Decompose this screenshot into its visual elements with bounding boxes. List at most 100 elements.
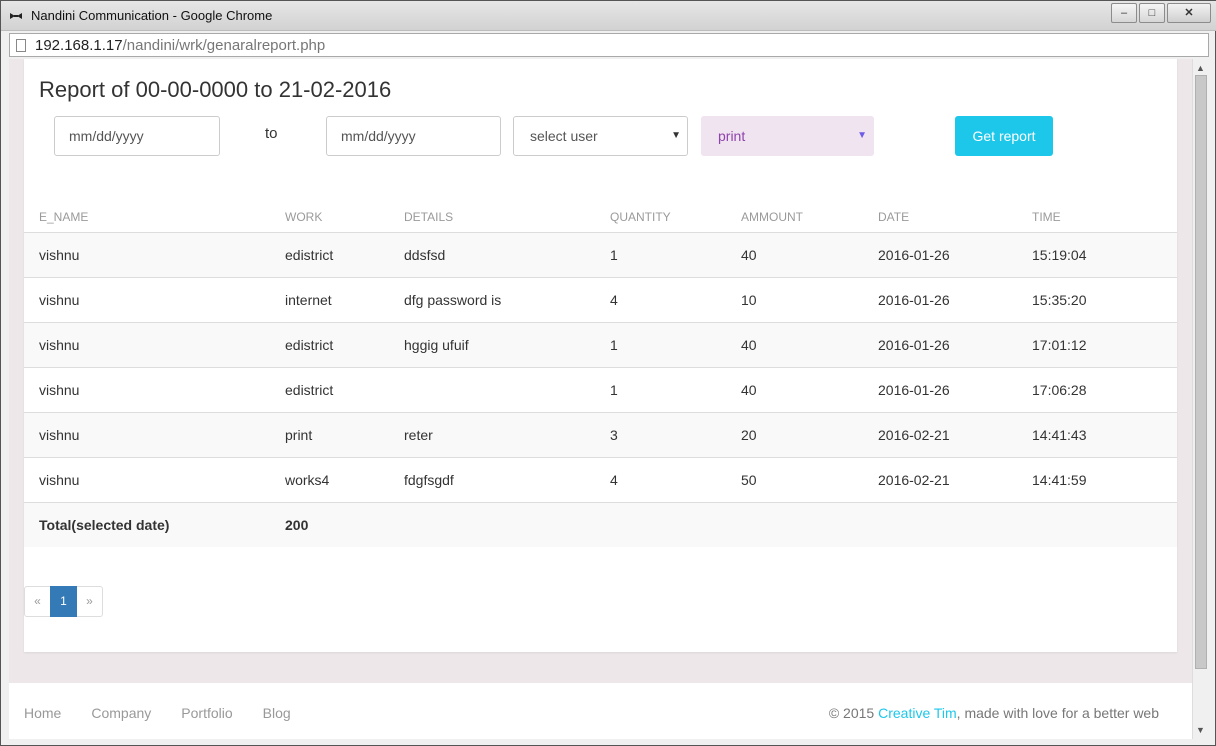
user-select-value: select user — [530, 128, 598, 144]
to-date-placeholder: mm/dd/yyyy — [341, 128, 416, 144]
copyright: © 2015 Creative Tim, made with love for … — [829, 705, 1159, 721]
column-header: TIME — [1032, 202, 1177, 233]
page-icon — [16, 39, 26, 52]
table-row: vishnu edistrict ddsfsd 1 40 2016-01-26 … — [24, 232, 1177, 278]
footer-link-portfolio[interactable]: Portfolio — [181, 705, 232, 721]
footer-link-home[interactable]: Home — [24, 705, 61, 721]
minimize-icon[interactable]: – — [1111, 3, 1137, 23]
footer: Home Company Portfolio Blog © 2015 Creat… — [9, 683, 1192, 739]
prev-page-button[interactable]: « — [24, 586, 51, 617]
caret-down-icon: ▼ — [857, 130, 867, 141]
browser-window: Nandini Communication - Google Chrome – … — [0, 0, 1216, 746]
cell-date: 2016-02-21 — [878, 412, 1032, 458]
cell-date: 2016-01-26 — [878, 232, 1032, 278]
cell-date: 2016-01-26 — [878, 367, 1032, 413]
cell-e-name: vishnu — [24, 322, 285, 368]
footer-link-company[interactable]: Company — [91, 705, 151, 721]
app-icon — [10, 13, 22, 19]
copyright-suffix: , made with love for a better web — [956, 705, 1159, 721]
next-page-button[interactable]: » — [76, 586, 103, 617]
total-value: 200 — [285, 502, 404, 547]
cell-e-name: vishnu — [24, 367, 285, 413]
cell-work: works4 — [285, 457, 404, 503]
cell-time: 15:19:04 — [1032, 232, 1177, 278]
page-title: Report of 00-00-0000 to 21-02-2016 — [39, 77, 392, 102]
caret-down-icon: ▼ — [671, 130, 681, 141]
total-label: Total(selected date) — [24, 502, 285, 547]
pagination: « 1 » — [24, 586, 103, 617]
cell-quantity: 4 — [610, 457, 741, 503]
from-date-input[interactable]: mm/dd/yyyy — [54, 116, 220, 156]
cell-time: 17:06:28 — [1032, 367, 1177, 413]
cell-time: 17:01:12 — [1032, 322, 1177, 368]
cell-quantity: 1 — [610, 232, 741, 278]
copyright-prefix: © 2015 — [828, 705, 879, 721]
cell-quantity: 1 — [610, 322, 741, 368]
cell-quantity: 3 — [610, 412, 741, 458]
footer-nav: Home Company Portfolio Blog — [24, 705, 291, 721]
work-select[interactable]: print ▼ — [701, 116, 874, 156]
to-label: to — [265, 125, 278, 142]
url-host: 192.168.1.17 — [35, 37, 123, 54]
cell-details: hggig ufuif — [404, 322, 610, 368]
creative-tim-link[interactable]: Creative Tim — [878, 705, 957, 721]
cell-amount: 40 — [741, 322, 878, 368]
cell-e-name: vishnu — [24, 232, 285, 278]
cell-details — [404, 367, 610, 413]
cell-details: ddsfsd — [404, 232, 610, 278]
cell-e-name: vishnu — [24, 277, 285, 323]
cell-date: 2016-01-26 — [878, 322, 1032, 368]
cell-work: print — [285, 412, 404, 458]
total-row: Total(selected date) 200 — [24, 502, 1177, 547]
table-row: vishnu internet dfg password is 4 10 201… — [24, 277, 1177, 323]
column-header: AMMOUNT — [741, 202, 878, 233]
cell-work: internet — [285, 277, 404, 323]
close-icon[interactable]: ✕ — [1167, 3, 1211, 23]
cell-work: edistrict — [285, 367, 404, 413]
table-row: vishnu edistrict 1 40 2016-01-26 17:06:2… — [24, 367, 1177, 413]
vertical-scrollbar[interactable]: ▲ ▼ — [1192, 59, 1209, 739]
to-date-input[interactable]: mm/dd/yyyy — [326, 116, 501, 156]
report-card: Report of 00-00-0000 to 21-02-2016 mm/dd… — [24, 59, 1177, 652]
window-title: Nandini Communication - Google Chrome — [31, 8, 273, 23]
footer-link-blog[interactable]: Blog — [263, 705, 291, 721]
column-header: E_NAME — [24, 202, 285, 233]
table-row: vishnu print reter 3 20 2016-02-21 14:41… — [24, 412, 1177, 458]
cell-amount: 40 — [741, 232, 878, 278]
cell-date: 2016-02-21 — [878, 457, 1032, 503]
column-header: DATE — [878, 202, 1032, 233]
cell-time: 15:35:20 — [1032, 277, 1177, 323]
report-table: E_NAME WORK DETAILS QUANTITY AMMOUNT DAT… — [24, 202, 1177, 547]
title-bar: Nandini Communication - Google Chrome – … — [1, 1, 1216, 31]
get-report-button[interactable]: Get report — [955, 116, 1053, 156]
table-header-row: E_NAME WORK DETAILS QUANTITY AMMOUNT DAT… — [24, 202, 1177, 233]
user-select[interactable]: select user ▼ — [513, 116, 688, 156]
column-header: WORK — [285, 202, 404, 233]
cell-e-name: vishnu — [24, 457, 285, 503]
cell-amount: 40 — [741, 367, 878, 413]
cell-work: edistrict — [285, 232, 404, 278]
table-row: vishnu works4 fdgfsgdf 4 50 2016-02-21 1… — [24, 457, 1177, 503]
cell-details: fdgfsgdf — [404, 457, 610, 503]
scroll-up-icon[interactable]: ▲ — [1196, 63, 1205, 73]
scrollbar-thumb[interactable] — [1195, 75, 1207, 669]
scroll-down-icon[interactable]: ▼ — [1196, 725, 1205, 735]
window-controls: – □ ✕ — [1111, 3, 1211, 23]
cell-quantity: 4 — [610, 277, 741, 323]
maximize-icon[interactable]: □ — [1139, 3, 1165, 23]
cell-e-name: vishnu — [24, 412, 285, 458]
column-header: DETAILS — [404, 202, 610, 233]
cell-amount: 20 — [741, 412, 878, 458]
cell-date: 2016-01-26 — [878, 277, 1032, 323]
cell-details: reter — [404, 412, 610, 458]
address-bar[interactable]: 192.168.1.17/nandini/wrk/genaralreport.p… — [9, 33, 1209, 57]
url-path: /nandini/wrk/genaralreport.php — [122, 37, 326, 54]
page-viewport: Report of 00-00-0000 to 21-02-2016 mm/dd… — [9, 59, 1209, 739]
cell-work: edistrict — [285, 322, 404, 368]
page-1-button[interactable]: 1 — [50, 586, 77, 617]
cell-amount: 10 — [741, 277, 878, 323]
cell-time: 14:41:43 — [1032, 412, 1177, 458]
url-text[interactable]: 192.168.1.17/nandini/wrk/genaralreport.p… — [35, 37, 325, 54]
cell-amount: 50 — [741, 457, 878, 503]
table-row: vishnu edistrict hggig ufuif 1 40 2016-0… — [24, 322, 1177, 368]
